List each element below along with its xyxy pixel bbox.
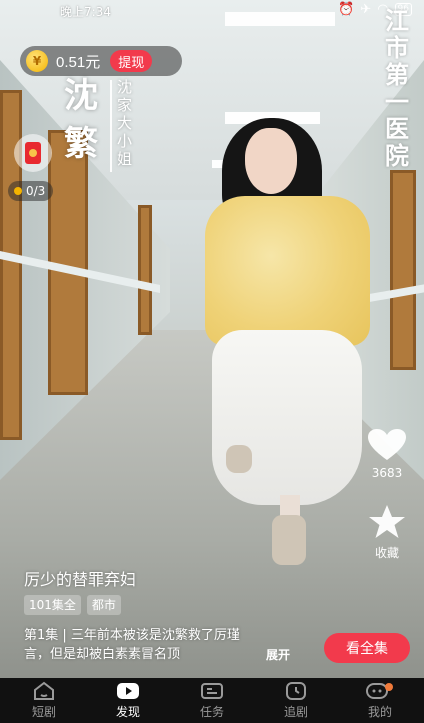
status-time: 晚上7:34 bbox=[60, 5, 111, 19]
character-name: 沈繁 bbox=[64, 76, 98, 164]
airplane-icon: ✈ bbox=[360, 2, 372, 17]
tab-label: 任务 bbox=[199, 705, 224, 719]
tab-label: 追剧 bbox=[283, 705, 308, 719]
tab-following[interactable]: 追剧 bbox=[266, 678, 326, 723]
red-envelope-icon bbox=[25, 142, 41, 164]
tab-label: 短剧 bbox=[31, 705, 56, 719]
episode-count-tag[interactable]: 101集全 bbox=[24, 595, 81, 615]
tab-label: 我的 bbox=[367, 705, 392, 719]
tab-label: 发现 bbox=[115, 705, 140, 719]
episode-synopsis: 第1集 | 三年前本被该是沈繁救了厉瑾言，但是却被白素素冒名顶 bbox=[24, 628, 240, 662]
red-packet-button[interactable] bbox=[14, 134, 52, 172]
expand-synopsis-button[interactable]: 展开 bbox=[266, 646, 290, 663]
favorite-button[interactable]: 收藏 bbox=[357, 504, 417, 561]
clock-icon bbox=[286, 682, 306, 700]
genre-tag[interactable]: 都市 bbox=[86, 595, 121, 615]
drama-title[interactable]: 厉少的替罪弃妇 bbox=[24, 566, 136, 590]
tab-tasks[interactable]: 任务 bbox=[182, 678, 242, 723]
location-caption: 江市第一医院 bbox=[385, 7, 409, 170]
character-card-divider bbox=[110, 80, 112, 172]
task-progress-badge[interactable]: 0/3 bbox=[8, 181, 54, 201]
coin-dot-icon bbox=[14, 187, 22, 195]
favorite-label: 收藏 bbox=[374, 546, 399, 560]
actress-face bbox=[245, 128, 297, 194]
tab-discover[interactable]: 发现 bbox=[98, 678, 158, 723]
tab-me[interactable]: 我的 bbox=[350, 678, 410, 723]
door bbox=[390, 170, 416, 370]
coin-icon: ¥ bbox=[26, 50, 48, 72]
actress-skirt bbox=[212, 330, 362, 505]
withdraw-button[interactable]: 提现 bbox=[110, 50, 153, 72]
play-icon bbox=[117, 683, 139, 699]
task-progress-text: 0/3 bbox=[26, 184, 46, 198]
character-title: 沈家大小姐 bbox=[117, 78, 133, 168]
ticket-icon bbox=[201, 683, 223, 699]
star-icon bbox=[369, 505, 405, 538]
actress-boot bbox=[272, 515, 306, 565]
status-bar: 晚上7:34 ⏰ ✈ ◠ 96 bbox=[0, 0, 424, 22]
profile-icon bbox=[366, 683, 393, 699]
actress-boot bbox=[226, 445, 252, 473]
alarm-icon: ⏰ bbox=[338, 2, 355, 17]
drama-tags: 101集全 都市 bbox=[24, 595, 121, 615]
like-count: 3683 bbox=[371, 466, 403, 480]
bottom-tab-bar: 短剧 发现 任务 追剧 我的 bbox=[0, 678, 424, 723]
coin-amount: 0.51元 bbox=[56, 53, 101, 71]
home-icon bbox=[34, 681, 54, 700]
like-button[interactable]: 3683 bbox=[357, 428, 417, 480]
door bbox=[138, 205, 152, 335]
actress-cardigan bbox=[205, 196, 370, 346]
tab-short-drama[interactable]: 短剧 bbox=[14, 678, 74, 723]
heart-icon bbox=[368, 429, 406, 460]
watch-all-button[interactable]: 看全集 bbox=[324, 633, 410, 663]
